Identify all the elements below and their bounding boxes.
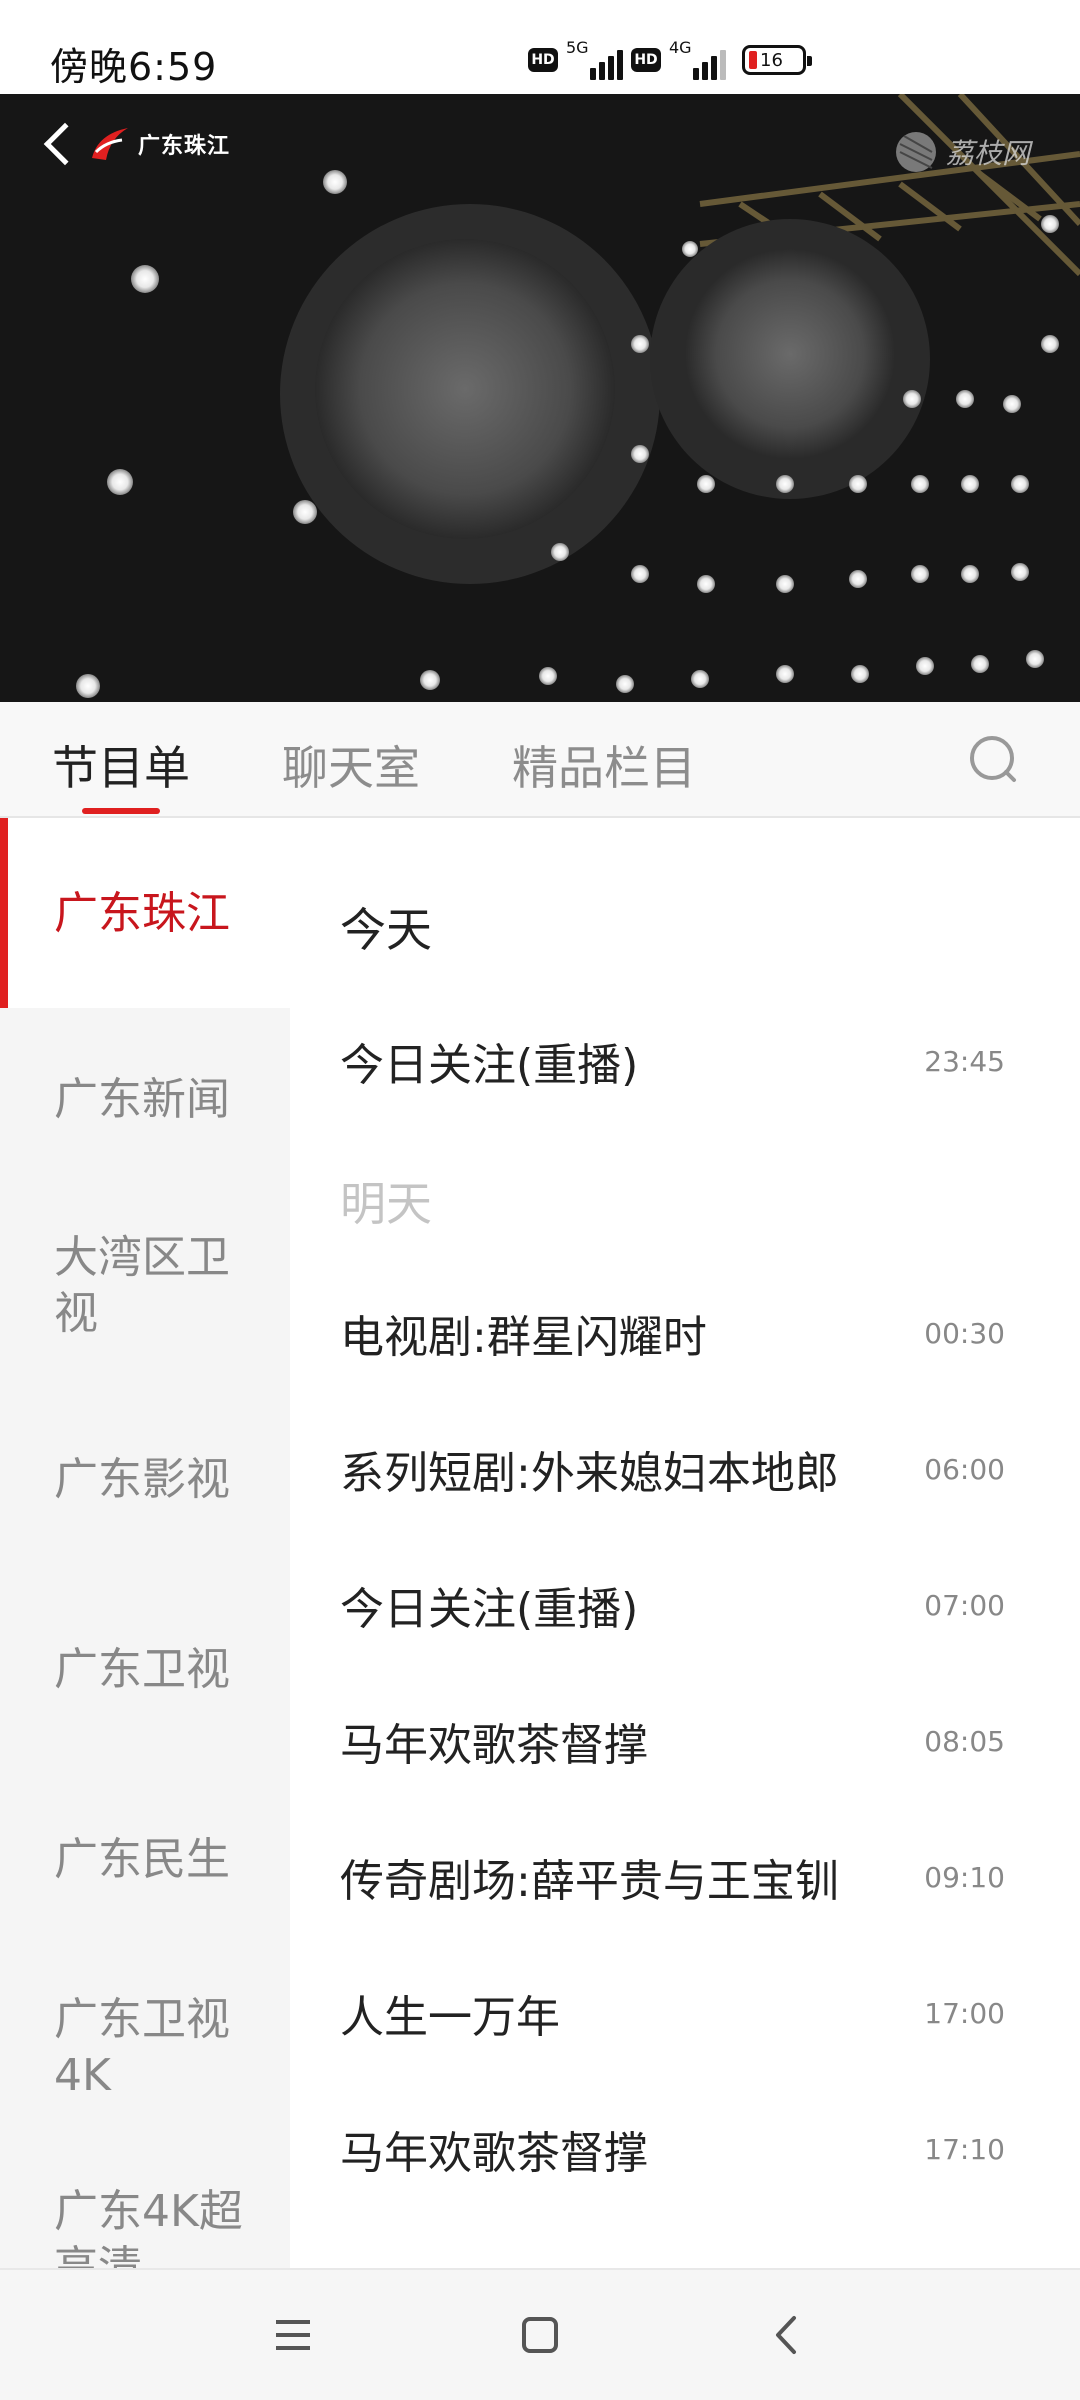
program-row[interactable]: 人生一万年 17:00 <box>340 1978 1005 2048</box>
sidebar-item-gd-satellite[interactable]: 广东卫视 <box>0 1642 290 1698</box>
sidebar-item-gd-4k-uhd[interactable]: 广东4K超高清 <box>0 2184 290 2268</box>
program-row[interactable]: 电视剧:群星闪耀时 00:30 <box>340 1298 1005 1368</box>
channel-sidebar: 广东珠江 广东新闻 大湾区卫视 广东影视 广东卫视 广东民生 广东卫视4K 广东… <box>0 818 290 2268</box>
sidebar-item-gd-satellite-4k[interactable]: 广东卫视4K <box>0 1992 290 2104</box>
program-row[interactable]: 马年欢歌茶督撑 08:05 <box>340 1706 1005 1776</box>
program-title: 人生一万年 <box>340 1992 560 2043</box>
channel-logo: 广东珠江 <box>88 124 230 164</box>
search-icon[interactable] <box>966 732 1022 788</box>
watermark: 荔枝网 <box>894 130 1030 174</box>
program-title: 今日关注(重播) <box>340 1584 639 1635</box>
section-cut-off: 珠江新闻 <box>340 2256 524 2268</box>
program-title: 今日关注(重播) <box>340 1040 639 1091</box>
program-title: 系列短剧:外来媳妇本地郎 <box>340 1448 839 1499</box>
section-today: 今天 <box>340 903 432 957</box>
program-time: 07:00 <box>924 1588 1005 1622</box>
program-time: 17:00 <box>924 1996 1005 2030</box>
battery-icon: 16 <box>742 45 812 75</box>
tab-featured[interactable]: 精品栏目 <box>512 732 696 798</box>
program-title: 马年欢歌茶督撑 <box>340 1720 648 1771</box>
hd-badge-2: HD <box>631 48 661 72</box>
sidebar-item-gd-minsheng[interactable]: 广东民生 <box>0 1832 290 1888</box>
sidebar-item-gd-film[interactable]: 广东影视 <box>0 1452 290 1508</box>
program-title: 马年欢歌茶督撑 <box>340 2128 648 2179</box>
back-button[interactable]: 广东珠江 <box>40 122 230 166</box>
lizhi-logo-icon <box>895 132 936 172</box>
program-row[interactable]: 传奇剧场:薛平贵与王宝钏 09:10 <box>340 1842 1005 1912</box>
status-bar: 傍晚6:59 HD 5G HD 4G 16 <box>0 0 1080 94</box>
program-title: 电视剧:群星闪耀时 <box>340 1312 707 1363</box>
program-time: 08:05 <box>924 1724 1005 1758</box>
hd-badge: HD <box>528 48 558 72</box>
signal-4g-icon: 4G <box>669 38 726 80</box>
tab-chatroom[interactable]: 聊天室 <box>282 732 420 798</box>
status-indicators: HD 5G HD 4G 16 <box>528 38 812 82</box>
tab-schedule[interactable]: 节目单 <box>52 732 190 798</box>
program-schedule: 今天 今日关注(重播) 23:45 明天 电视剧:群星闪耀时 00:30 系列短… <box>290 818 1080 2268</box>
video-frame <box>0 94 1080 702</box>
back-icon <box>43 122 87 166</box>
sidebar-item-gd-news[interactable]: 广东新闻 <box>0 1072 290 1128</box>
sidebar-item-gd-zhujiang[interactable]: 广东珠江 <box>0 818 290 1008</box>
section-tomorrow: 明天 <box>340 1177 432 1231</box>
program-row[interactable]: 今日关注(重播) 23:45 <box>340 1026 1005 1096</box>
status-time: 傍晚6:59 <box>50 45 218 89</box>
program-time: 00:30 <box>924 1316 1005 1350</box>
battery-level <box>749 51 757 69</box>
video-player[interactable]: 广东珠江 荔枝网 <box>0 94 1080 702</box>
back-icon[interactable] <box>752 2300 822 2370</box>
program-title: 传奇剧场:薛平贵与王宝钏 <box>340 1856 839 1907</box>
system-nav-bar <box>0 2268 1080 2400</box>
program-time: 23:45 <box>924 1044 1005 1078</box>
program-row[interactable]: 今日关注(重播) 07:00 <box>340 1570 1005 1640</box>
sidebar-item-gba-tv[interactable]: 大湾区卫视 <box>0 1230 290 1342</box>
home-icon[interactable] <box>505 2300 575 2370</box>
menu-icon[interactable] <box>258 2300 328 2370</box>
gdtv-logo-icon <box>92 128 128 160</box>
program-time: 09:10 <box>924 1860 1005 1894</box>
program-time: 06:00 <box>924 1452 1005 1486</box>
tab-bar: 节目单 聊天室 精品栏目 <box>0 702 1080 818</box>
program-time: 17:10 <box>924 2132 1005 2166</box>
program-row[interactable]: 马年欢歌茶督撑 17:10 <box>340 2114 1005 2184</box>
program-row[interactable]: 系列短剧:外来媳妇本地郎 06:00 <box>340 1434 1005 1504</box>
signal-5g-icon: 5G <box>566 38 623 80</box>
sidebar-active-accent <box>0 818 8 1008</box>
tab-active-indicator <box>82 808 160 814</box>
